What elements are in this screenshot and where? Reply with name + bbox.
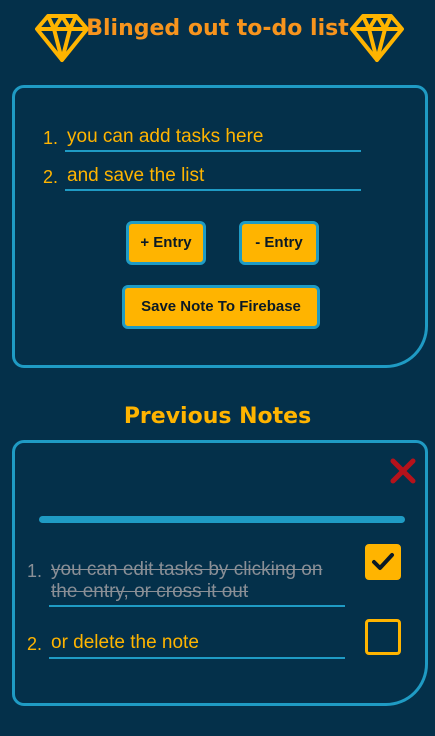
list-item: 2. or delete the note — [27, 632, 347, 660]
entry-input[interactable] — [65, 163, 361, 191]
entry-number: 1. — [43, 128, 59, 148]
list-item: 1. you can edit tasks by clicking on the… — [27, 559, 347, 609]
diamond-icon — [350, 14, 404, 62]
entry-row: 1. — [43, 124, 365, 154]
app-header: Blinged out to-do list — [0, 0, 435, 70]
list-item-text[interactable]: or delete the note — [49, 632, 345, 659]
entry-input[interactable] — [65, 124, 361, 152]
close-icon[interactable] — [389, 457, 417, 485]
saved-note-card: 1. you can edit tasks by clicking on the… — [12, 440, 428, 706]
done-checkbox[interactable] — [365, 544, 401, 580]
save-note-button[interactable]: Save Note To Firebase — [122, 285, 320, 329]
checkmark-icon — [372, 553, 394, 570]
entry-row: 2. — [43, 163, 365, 193]
remove-entry-button[interactable]: - Entry — [239, 221, 319, 265]
note-editor-panel: 1. 2. + Entry - Entry Save Note To Fireb… — [12, 85, 428, 368]
list-item-number: 2. — [27, 634, 43, 654]
done-checkbox[interactable] — [365, 619, 401, 655]
previous-notes-title: Previous Notes — [123, 404, 312, 429]
list-item-text[interactable]: you can edit tasks by clicking on the en… — [49, 559, 345, 607]
add-entry-button[interactable]: + Entry — [126, 221, 206, 265]
divider — [39, 516, 405, 523]
entry-number: 2. — [43, 167, 59, 187]
list-item-number: 1. — [27, 561, 43, 581]
